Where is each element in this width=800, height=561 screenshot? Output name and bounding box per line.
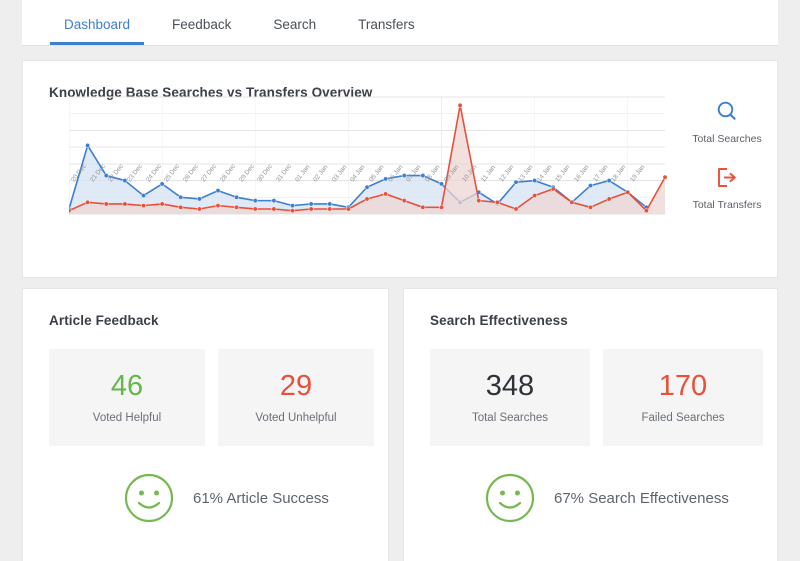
tile-total-searches: 348 Total Searches — [430, 349, 590, 446]
search-effectiveness-card: Search Effectiveness 348 Total Searches … — [403, 288, 778, 561]
total-searches-label: Total Searches — [471, 411, 549, 424]
search-effectiveness-tiles: 348 Total Searches 170 Failed Searches — [430, 349, 763, 446]
failed-searches-value: 170 — [658, 369, 708, 402]
tab-search[interactable]: Search — [259, 17, 330, 46]
tile-voted-helpful: 46 Voted Helpful — [49, 349, 205, 446]
transfer-exit-icon — [718, 168, 736, 187]
total-searches-value: 348 — [485, 369, 535, 402]
smiley-face-icon — [124, 473, 174, 523]
chart-container: 010203040506070 20 Dec21 Dec22 Dec23 Dec… — [23, 93, 779, 279]
legend-label-total-transfers: Total Transfers — [692, 199, 762, 211]
legend-item-total-searches[interactable]: Total Searches — [675, 99, 779, 145]
tab-bar: Dashboard Feedback Search Transfers — [22, 0, 778, 46]
voted-unhelpful-value: 29 — [279, 369, 313, 402]
voted-unhelpful-label: Voted Unhelpful — [255, 411, 337, 424]
tile-voted-unhelpful: 29 Voted Unhelpful — [218, 349, 374, 446]
tab-transfers[interactable]: Transfers — [344, 17, 429, 46]
voted-helpful-label: Voted Helpful — [92, 411, 162, 424]
article-feedback-title: Article Feedback — [49, 313, 159, 328]
tile-failed-searches: 170 Failed Searches — [603, 349, 763, 446]
article-feedback-tiles: 46 Voted Helpful 29 Voted Unhelpful — [49, 349, 374, 446]
legend-label-total-searches: Total Searches — [692, 133, 762, 145]
tab-feedback[interactable]: Feedback — [158, 17, 245, 46]
search-effectiveness-text: 67% Search Effectiveness — [554, 489, 729, 507]
search-effectiveness-summary: 67% Search Effectiveness — [484, 472, 729, 524]
voted-helpful-value: 46 — [110, 369, 144, 402]
search-effectiveness-title: Search Effectiveness — [430, 313, 568, 328]
search-icon — [717, 101, 736, 120]
article-success-summary: 61% Article Success — [123, 472, 329, 524]
article-feedback-card: Article Feedback 46 Voted Helpful 29 Vot… — [22, 288, 389, 561]
legend-item-total-transfers[interactable]: Total Transfers — [675, 165, 779, 211]
dashboard-page: Dashboard Feedback Search Transfers Know… — [0, 0, 800, 561]
chart-card: Knowledge Base Searches vs Transfers Ove… — [22, 60, 778, 278]
article-success-text: 61% Article Success — [193, 489, 329, 507]
smiley-face-icon — [485, 473, 535, 523]
chart-legend: Total Searches Total Transfers — [675, 99, 779, 231]
chart-x-axis-labels: 20 Dec 21 Dec 22 Dec 23 Dec 24 Dec 25 Dec 26 D… — [69, 163, 679, 249]
tab-dashboard[interactable]: Dashboard — [50, 17, 145, 45]
failed-searches-label: Failed Searches — [641, 411, 725, 424]
